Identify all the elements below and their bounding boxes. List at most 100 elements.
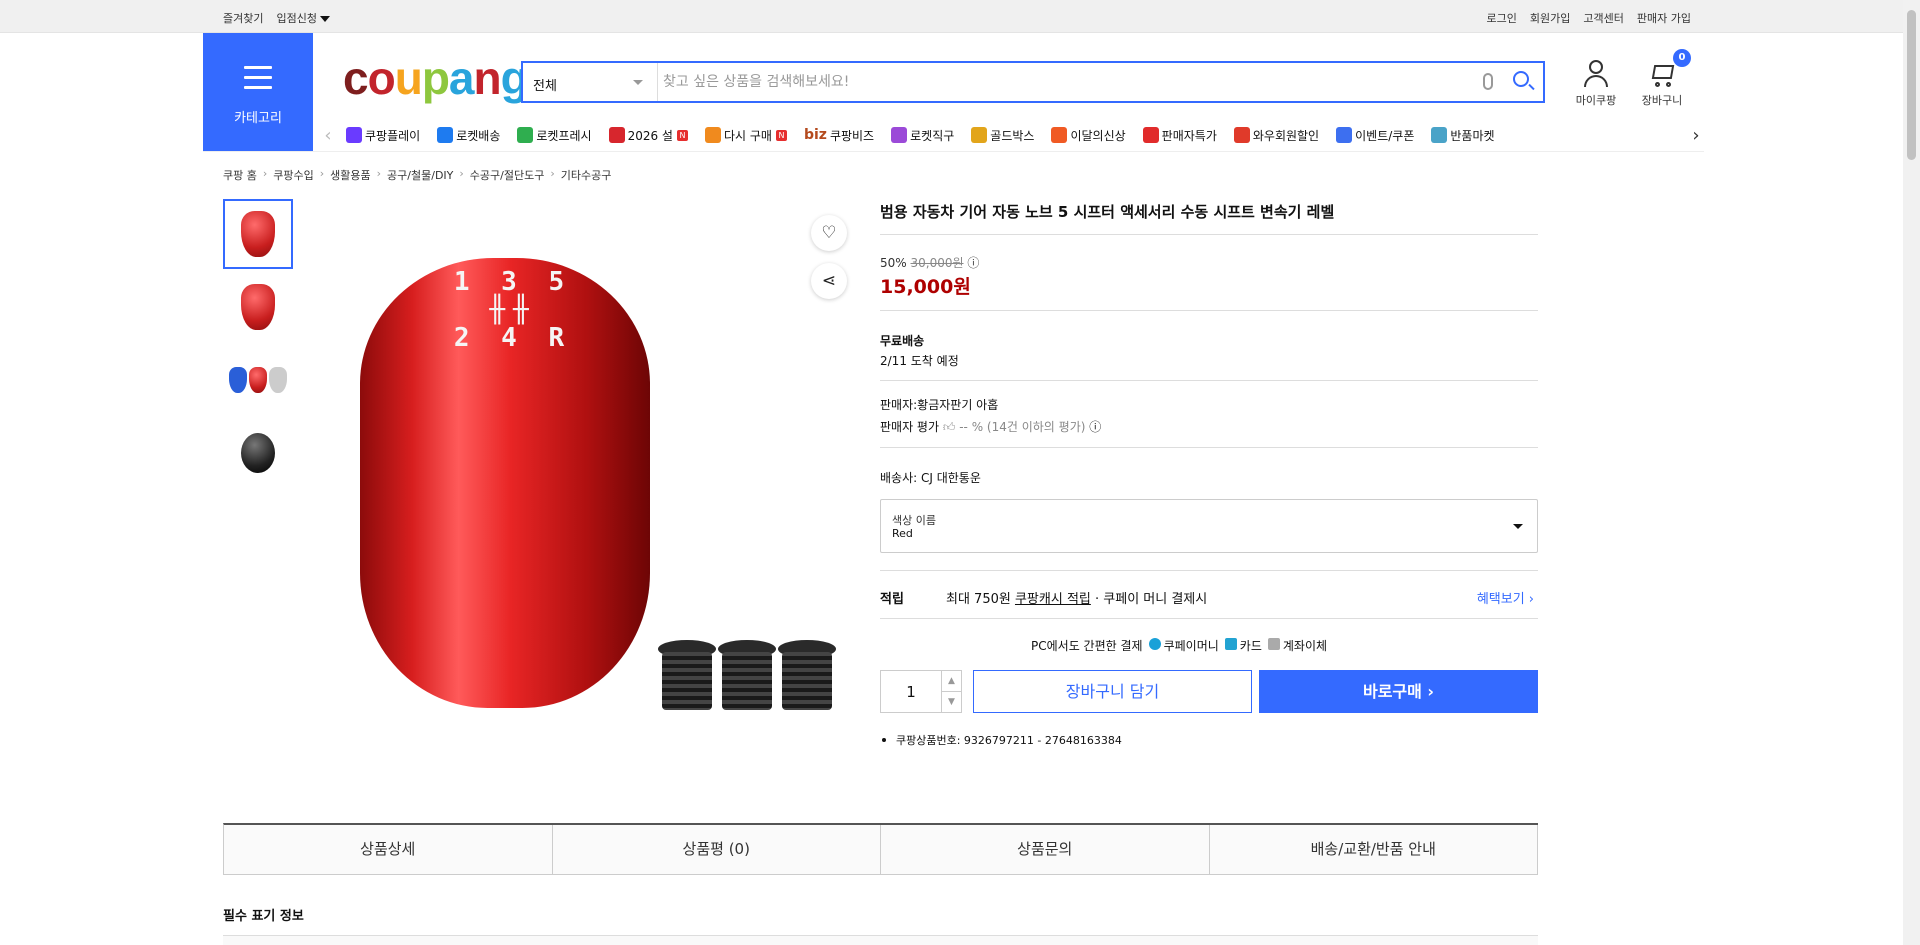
- quick-menu-label: 로켓직구: [910, 128, 955, 143]
- sale-price: 15,000원: [880, 276, 971, 298]
- adapter-nut-image: [658, 640, 716, 716]
- heart-icon[interactable]: ♡: [811, 215, 847, 251]
- quick-menu-item[interactable]: 로켓배송: [437, 127, 500, 144]
- breadcrumb-item[interactable]: 공구/철물/DIY: [387, 167, 453, 183]
- info-icon[interactable]: ⓘ: [1089, 420, 1101, 434]
- quick-menu-item[interactable]: 골드박스: [971, 127, 1034, 144]
- search-icon[interactable]: [1513, 71, 1529, 87]
- seller-apply-link[interactable]: 입점신청: [276, 10, 330, 26]
- cart-icon: [1647, 60, 1677, 88]
- tab-inquiry[interactable]: 상품문의: [881, 825, 1210, 875]
- color-option-select[interactable]: 색상 이름 Red: [880, 499, 1538, 553]
- breadcrumb-item[interactable]: 쿠팡 홈: [223, 167, 257, 183]
- product-tabs: 상품상세 상품평 (0) 상품문의 배송/교환/반품 안내: [223, 823, 1538, 875]
- chevron-down-icon: [633, 80, 643, 85]
- product-number: 쿠팡상품번호: 9326797211 - 27648163384: [880, 732, 1122, 748]
- product-title: 범용 자동차 기어 자동 노브 5 시프터 액세서리 수동 시프트 변속기 레벨: [880, 203, 1335, 221]
- thumbnail-1[interactable]: [223, 199, 293, 269]
- search-category-select[interactable]: 전체: [523, 63, 658, 101]
- signup-link[interactable]: 회원가입: [1530, 10, 1570, 26]
- tab-reviews[interactable]: 상품평 (0): [552, 825, 881, 875]
- new-badge: N: [676, 129, 688, 141]
- quick-menu-icon: [891, 127, 908, 143]
- quick-menu-icon: [1431, 127, 1448, 143]
- quick-menu-icon: [1142, 127, 1159, 143]
- coupang-logo[interactable]: coupang: [343, 55, 529, 101]
- thumbnail-4[interactable]: [223, 418, 293, 488]
- quick-menu-item[interactable]: 와우회원할인: [1233, 127, 1319, 144]
- info-icon[interactable]: ⓘ: [967, 256, 979, 270]
- quantity-down-button[interactable]: ▼: [941, 692, 961, 713]
- customer-center-link[interactable]: 고객센터: [1583, 10, 1623, 26]
- breadcrumb-item[interactable]: 쿠팡수입: [273, 167, 313, 183]
- quick-menu-icon: [1051, 127, 1068, 143]
- quick-menu-item[interactable]: 다시 구매 N: [704, 127, 787, 144]
- quick-menu-label: 쿠팡플레이: [365, 128, 421, 143]
- search-category-value: 전체: [533, 79, 557, 94]
- chevron-right-icon[interactable]: ›: [1686, 125, 1706, 146]
- thumbnail-2[interactable]: [223, 272, 293, 342]
- quick-menu-item[interactable]: 로켓직구: [891, 127, 954, 144]
- search-input[interactable]: [663, 71, 1463, 93]
- easy-payment-label: PC에서도 간편한 결제: [1031, 639, 1143, 653]
- quick-menu-bar: ‹ 쿠팡플레이 로켓배송 로켓프레시 2026 설 N 다시 구매 N biz 쿠팡비즈 로켓직구…: [318, 120, 1706, 150]
- main-product-image[interactable]: 1 3 5 ╫╫ 2 4 R: [313, 200, 843, 730]
- chevron-left-icon[interactable]: ‹: [318, 125, 338, 146]
- price-divider: [880, 310, 1538, 311]
- buy-now-button[interactable]: 바로구매 ›: [1259, 670, 1538, 713]
- seller-apply-label: 입점신청: [276, 12, 317, 25]
- quick-menu-label: 골드박스: [990, 128, 1035, 143]
- quick-menu-item[interactable]: 이벤트/쿠폰: [1336, 127, 1414, 144]
- scrollbar-thumb[interactable]: [1907, 10, 1916, 160]
- cart-count-badge: 0: [1673, 49, 1691, 67]
- quick-menu-item[interactable]: 로켓프레시: [517, 127, 592, 144]
- breadcrumb: 쿠팡 홈 › 쿠팡수입 › 생활용품 › 공구/철물/DIY › 수공구/절단도구 › 기…: [223, 167, 612, 183]
- quick-menu-item[interactable]: 쿠팡플레이: [346, 127, 420, 144]
- scrollbar[interactable]: [1903, 0, 1920, 945]
- easy-payment-row: PC에서도 간편한 결제 쿠페이머니 카드 계좌이체: [1031, 638, 1328, 653]
- quantity-up-button[interactable]: ▲: [941, 671, 961, 692]
- reward-label: 적립: [880, 592, 904, 607]
- coupay-money-icon: [1148, 638, 1161, 650]
- quick-menu-icon: [971, 127, 988, 143]
- thumbnail-list: [223, 199, 293, 491]
- bookmark-link[interactable]: 즐겨찾기: [223, 10, 263, 26]
- quick-menu-label: 2026 설: [627, 128, 673, 143]
- thumbs-up-icon: 👍︎: [942, 420, 956, 434]
- breadcrumb-item[interactable]: 기타수공구: [561, 167, 612, 183]
- quick-menu-item[interactable]: 2026 설N: [608, 127, 688, 144]
- quick-menu-item[interactable]: 판매자특가: [1142, 127, 1217, 144]
- option-label: 색상 이름: [892, 514, 936, 527]
- quick-menu-label: 이벤트/쿠폰: [1355, 128, 1415, 143]
- quick-menu-icon: [346, 127, 362, 143]
- quantity-input[interactable]: 1: [881, 683, 941, 701]
- seller-signup-link[interactable]: 판매자 가입: [1637, 10, 1691, 26]
- quick-menu-icon: [704, 127, 721, 143]
- view-benefits-link[interactable]: 혜택보기 ›: [1477, 588, 1534, 607]
- login-link[interactable]: 로그인: [1487, 10, 1517, 26]
- seller-divider: [880, 447, 1538, 448]
- tab-product-detail[interactable]: 상품상세: [224, 825, 553, 875]
- option-value: Red: [892, 527, 913, 540]
- tab-shipping-return[interactable]: 배송/교환/반품 안내: [1209, 825, 1538, 875]
- caret-down-icon: [319, 16, 330, 22]
- share-icon[interactable]: ⋖: [811, 263, 847, 299]
- quick-menu-item[interactable]: biz 쿠팡비즈: [804, 127, 874, 144]
- breadcrumb-item[interactable]: 생활용품: [330, 167, 370, 183]
- quick-menu-item[interactable]: 이달의신상: [1051, 127, 1126, 144]
- my-coupang-button[interactable]: 마이쿠팡: [1570, 58, 1622, 108]
- hamburger-icon: [244, 66, 272, 89]
- seller-name[interactable]: 판매자:황금자판기 아홉: [880, 396, 998, 413]
- discount-row: 50% 30,000원 ⓘ: [880, 254, 979, 271]
- quantity-stepper: 1 ▲ ▼: [880, 670, 962, 713]
- arrival-date: 2/11 도착 예정: [880, 354, 959, 368]
- coupang-cash-link[interactable]: 쿠팡캐시 적립: [1015, 592, 1091, 607]
- quick-menu-label: 로켓배송: [456, 128, 501, 143]
- quick-menu-item[interactable]: 반품마켓: [1431, 127, 1495, 144]
- category-menu-button[interactable]: 카테고리: [203, 33, 313, 152]
- thumbnail-3[interactable]: [223, 345, 293, 415]
- add-to-cart-button[interactable]: 장바구니 담기: [973, 670, 1252, 713]
- adapter-nut-image: [718, 640, 776, 716]
- microphone-icon[interactable]: [1483, 73, 1493, 90]
- breadcrumb-item[interactable]: 수공구/절단도구: [470, 167, 545, 183]
